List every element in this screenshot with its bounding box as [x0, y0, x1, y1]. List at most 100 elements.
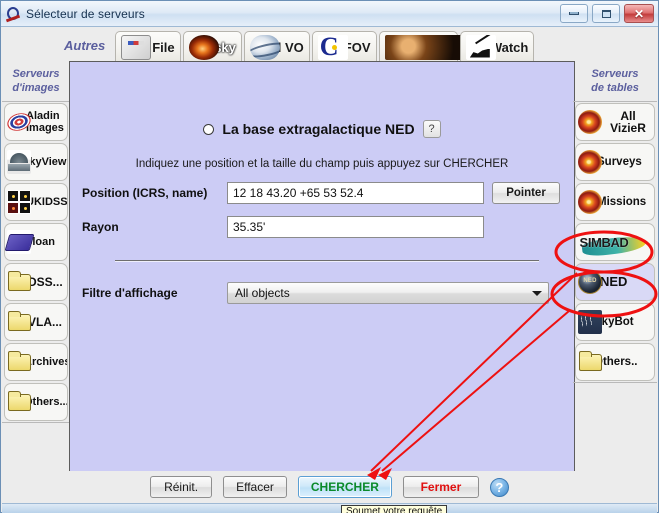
tab-allsky[interactable]: Allsky: [182, 31, 242, 62]
dialog-title: La base extragalactique NED: [222, 121, 415, 137]
minimize-icon: [569, 12, 579, 15]
image-servers-title: Serveurs d'images: [2, 61, 70, 101]
image-servers-sidebar: Serveurs d'images Aladin images SkyView …: [2, 61, 70, 423]
filter-label: Filtre d'affichage: [82, 286, 178, 300]
close-button[interactable]: ✕: [624, 4, 654, 23]
position-label: Position (ICRS, name): [82, 186, 208, 200]
tab-fov[interactable]: FOV: [311, 31, 377, 62]
sidebar-item-label: SkyBot: [594, 316, 634, 328]
radius-input[interactable]: 35.35': [227, 216, 484, 238]
sidebar-item-others-images[interactable]: Others...: [4, 383, 68, 421]
tab-file-label: File: [152, 39, 175, 55]
folder-icon: [7, 270, 31, 294]
search-button[interactable]: CHERCHER: [297, 476, 392, 498]
sidebar-item-simbad[interactable]: SIMBAD: [575, 223, 655, 261]
sidebar-item-others-tables[interactable]: Others..: [575, 343, 655, 381]
reset-button[interactable]: Réinit.: [150, 476, 213, 498]
radius-field-row: Rayon 35.35': [82, 216, 574, 238]
tab-file[interactable]: File: [115, 31, 181, 62]
table-servers-title-line2: de tables: [591, 82, 639, 94]
simbad-icon: SIMBAD: [578, 230, 647, 258]
sidebar-item-archives[interactable]: Archives...: [4, 343, 68, 381]
allsky-icon: [188, 34, 219, 60]
file-icon: [121, 34, 152, 60]
aladin-window-icon: [5, 6, 21, 22]
main-content: Serveurs d'images Aladin images SkyView …: [2, 61, 657, 489]
sidebar-item-missions[interactable]: Missions: [575, 183, 655, 221]
close-dialog-button[interactable]: Fermer: [402, 476, 479, 498]
minimize-button[interactable]: [560, 4, 588, 23]
divider: [2, 101, 70, 102]
status-bar: [2, 503, 657, 513]
allvo-icon: [249, 34, 280, 60]
sidebar-item-label: Aladin images: [26, 110, 64, 134]
divider: [573, 382, 657, 383]
image-servers-title-line1: Serveurs: [12, 68, 60, 80]
sidebar-item-sloan[interactable]: Sloan: [4, 223, 68, 261]
skybot-icon: [578, 310, 602, 334]
position-input[interactable]: 12 18 43.20 +65 53 52.4: [227, 182, 484, 204]
ned-server-dialog: La base extragalactique NED ? Indiquez u…: [69, 61, 575, 475]
ned-radio-button[interactable]: [203, 123, 215, 135]
skyview-icon: [7, 150, 31, 174]
sidebar-item-label: Surveys: [597, 156, 642, 168]
sidebar-item-label: NED: [600, 274, 628, 289]
search-button-tooltip: Soumet votre requête: [341, 505, 448, 513]
sidebar-item-skybot[interactable]: SkyBot: [575, 303, 655, 341]
window-controls: ✕: [560, 4, 654, 23]
window-titlebar: Sélecteur de serveurs ✕: [1, 1, 658, 27]
tab-fov-label: FOV: [343, 39, 371, 55]
sidebar-item-label: All VizieR: [610, 109, 646, 135]
sidebar-item-label: DSS...: [28, 275, 63, 289]
sidebar-item-aladin-images[interactable]: Aladin images: [4, 103, 68, 141]
divider: [2, 422, 70, 423]
table-servers-title-line1: Serveurs: [591, 68, 639, 80]
dialog-hint: Indiquez une position et la taille du ch…: [135, 158, 509, 170]
filter-select[interactable]: All objects: [227, 282, 549, 304]
sidebar-item-surveys[interactable]: Surveys: [575, 143, 655, 181]
sextractor-icon: [384, 34, 463, 60]
ned-icon: [578, 270, 602, 294]
dialog-help-icon[interactable]: ?: [422, 120, 441, 138]
tab-all-vo[interactable]: all VO: [243, 31, 310, 62]
table-servers-sidebar: Serveurs de tables All VizieR Surveys Mi…: [573, 61, 657, 383]
sidebar-item-label: Others..: [594, 356, 638, 368]
vizier-icon: [578, 110, 602, 134]
sidebar-item-ned[interactable]: NED: [575, 263, 655, 301]
clear-button[interactable]: Effacer: [223, 476, 287, 498]
help-icon[interactable]: ?: [489, 477, 509, 497]
sidebar-item-label: UKIDSS: [26, 196, 68, 208]
sidebar-item-all-vizier[interactable]: All VizieR: [575, 103, 655, 141]
dialog-footer: Réinit. Effacer CHERCHER Fermer ?: [2, 471, 657, 503]
tab-sextractor[interactable]: Sextractor: [378, 31, 463, 62]
folder-icon: [578, 350, 602, 374]
section-divider: [115, 260, 539, 262]
vizier-icon: [578, 150, 602, 174]
folder-icon: [7, 350, 31, 374]
sidebar-item-dss[interactable]: DSS...: [4, 263, 68, 301]
server-selector-window: Sélecteur de serveurs ✕ Autres File Alls…: [0, 0, 659, 513]
maximize-icon: [601, 9, 611, 18]
image-servers-title-line2: d'images: [12, 82, 60, 94]
table-servers-title: Serveurs de tables: [573, 61, 657, 101]
window-title: Sélecteur de serveurs: [26, 6, 145, 21]
maximize-button[interactable]: [592, 4, 620, 23]
sidebar-item-label: SIMBAD: [579, 234, 629, 250]
sidebar-item-skyview[interactable]: SkyView: [4, 143, 68, 181]
radius-label: Rayon: [82, 220, 119, 234]
sidebar-item-ukidss[interactable]: UKIDSS: [4, 183, 68, 221]
sidebar-item-label: Missions: [597, 196, 647, 208]
folder-icon: [7, 310, 31, 334]
sloan-icon: [7, 230, 31, 254]
sidebar-item-label: VLA...: [28, 315, 63, 329]
pointer-button[interactable]: Pointer: [492, 182, 560, 204]
filter-row: Filtre d'affichage All objects: [82, 282, 574, 304]
position-field-row: Position (ICRS, name) 12 18 43.20 +65 53…: [82, 182, 574, 204]
ukidss-icon: [7, 190, 31, 214]
sidebar-item-vla[interactable]: VLA...: [4, 303, 68, 341]
filter-select-value: All objects: [235, 286, 290, 300]
watch-icon: [465, 34, 496, 60]
tab-watch[interactable]: Watch: [459, 31, 535, 62]
tabs-lead-label: Autres: [64, 38, 106, 53]
close-icon: ✕: [633, 6, 645, 21]
